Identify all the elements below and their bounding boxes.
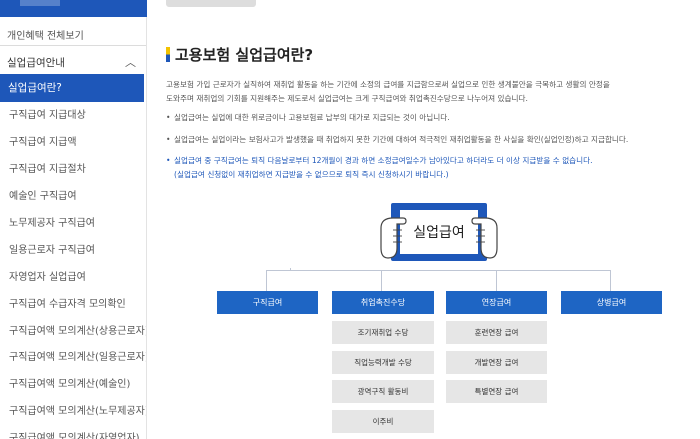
main-content: 고용보험 실업급여란? 고용보험 가입 근로자가 실직하여 재취업 활동을 하는… xyxy=(148,0,700,439)
sub-item-relocation[interactable]: 이주비 xyxy=(332,410,434,433)
tree-connector xyxy=(266,270,611,271)
sidebar-item-artist[interactable]: 예술인 구직급여 xyxy=(0,183,146,210)
tree-connector xyxy=(496,270,497,291)
bullet-dot-icon: • xyxy=(166,156,171,165)
sidebar-item-mock-calc-self[interactable]: 구직급여액 모의계산(자영업자) xyxy=(0,425,146,439)
sidebar-item-eligibility[interactable]: 구직급여 지급대상 xyxy=(0,102,146,129)
page-heading-text: 고용보험 실업급여란? xyxy=(175,46,314,64)
notice-bullet: • 실업급여 중 구직급여는 퇴직 다음날로부터 12개월이 경과 하면 소정급여… xyxy=(166,155,700,166)
tree-connector xyxy=(266,270,267,291)
sidebar-item-mock-calc-provider[interactable]: 구직급여액 모의계산(노무제공자) xyxy=(0,398,146,425)
chevron-up-icon: ︿ xyxy=(125,56,136,69)
heading-marker-icon xyxy=(166,47,170,62)
sub-item-wide-area-job-search[interactable]: 광역구직 활동비 xyxy=(332,380,434,403)
sidebar-item-mock-calc-artist[interactable]: 구직급여액 모의계산(예술인) xyxy=(0,371,146,398)
diagram-center-label: 실업급여 xyxy=(413,225,465,241)
sidebar: 개인혜택 전체보기 실업급여안내 ︿ 실업급여란? 구직급여 지급대상 구직급여… xyxy=(0,0,147,439)
sub-item-early-reemployment[interactable]: 조기재취업 수당 xyxy=(332,321,434,344)
sidebar-section-title: 실업급여안내 xyxy=(7,57,65,69)
sidebar-item-service-provider[interactable]: 노무제공자 구직급여 xyxy=(0,210,146,237)
notice-text: 실업급여 중 구직급여는 퇴직 다음날로부터 12개월이 경과 하면 소정급여일… xyxy=(174,156,593,165)
category-sickness-benefit[interactable]: 상병급여 xyxy=(561,291,662,314)
sidebar-divider xyxy=(0,45,146,46)
info-bullet: • 실업급여는 실업에 대한 위로금이나 고용보험료 납부의 대가로 지급되는 것… xyxy=(166,112,700,123)
hands-holding-sign-icon: 실업급여 xyxy=(380,203,498,261)
bullet-dot-icon: • xyxy=(166,113,171,122)
info-bullet: • 실업급여는 실업이라는 보험사고가 발생했을 때 취업하지 못한 기간에 대하… xyxy=(166,134,700,145)
sidebar-item-procedure[interactable]: 구직급여 지급절차 xyxy=(0,156,146,183)
sub-item-vocational-training[interactable]: 직업능력개발 수당 xyxy=(332,351,434,374)
tree-connector xyxy=(381,270,382,291)
sub-item-special-extension[interactable]: 특별연장 급여 xyxy=(446,380,547,403)
sidebar-item-daily-worker[interactable]: 일용근로자 구직급여 xyxy=(0,237,146,264)
sidebar-item-mock-calc-daily[interactable]: 구직급여액 모의계산(일용근로자) xyxy=(0,344,146,371)
sidebar-section-unemployment[interactable]: 실업급여안내 ︿ xyxy=(0,55,146,70)
sidebar-item-mock-eligibility[interactable]: 구직급여 수급자격 모의확인 xyxy=(0,291,146,318)
sidebar-all-benefits-link[interactable]: 개인혜택 전체보기 xyxy=(0,27,146,42)
category-job-seeking-benefit[interactable]: 구직급여 xyxy=(217,291,318,314)
info-bullet-text: 실업급여는 실업에 대한 위로금이나 고용보험료 납부의 대가로 지급되는 것이… xyxy=(174,113,450,122)
sub-item-training-extension[interactable]: 훈련연장 급여 xyxy=(446,321,547,344)
intro-line: 고용보험 가입 근로자가 실직하여 재취업 활동을 하는 기간에 소정의 급여를… xyxy=(166,80,610,89)
page-title-cut xyxy=(166,0,256,7)
page-heading: 고용보험 실업급여란? xyxy=(166,44,313,65)
sidebar-item-active[interactable]: 실업급여란? xyxy=(0,74,144,102)
intro-line: 도와주며 재취업의 기회를 지원해주는 제도로서 실업급여는 크게 구직급여와 … xyxy=(166,94,528,103)
bullet-dot-icon: • xyxy=(166,135,171,144)
intro-paragraph: 고용보험 가입 근로자가 실직하여 재취업 활동을 하는 기간에 소정의 급여를… xyxy=(166,78,696,106)
sidebar-item-self-employed[interactable]: 자영업자 실업급여 xyxy=(0,264,146,291)
category-extended-benefit[interactable]: 연장급여 xyxy=(446,291,547,314)
sidebar-item-amount[interactable]: 구직급여 지급액 xyxy=(0,129,146,156)
notice-subtext: (실업급여 신청없이 재취업하면 지급받을 수 없으므로 퇴직 즉시 신청하시기… xyxy=(174,170,449,179)
info-bullet-text: 실업급여는 실업이라는 보험사고가 발생했을 때 취업하지 못한 기간에 대하여… xyxy=(174,135,629,144)
category-employment-promotion[interactable]: 취업촉진수당 xyxy=(332,291,434,314)
sub-item-individual-extension[interactable]: 개발연장 급여 xyxy=(446,351,547,374)
sidebar-top-bar xyxy=(0,0,147,17)
sidebar-item-mock-calc-regular[interactable]: 구직급여액 모의계산(상용근로자) xyxy=(0,318,146,345)
tree-connector xyxy=(610,270,611,291)
